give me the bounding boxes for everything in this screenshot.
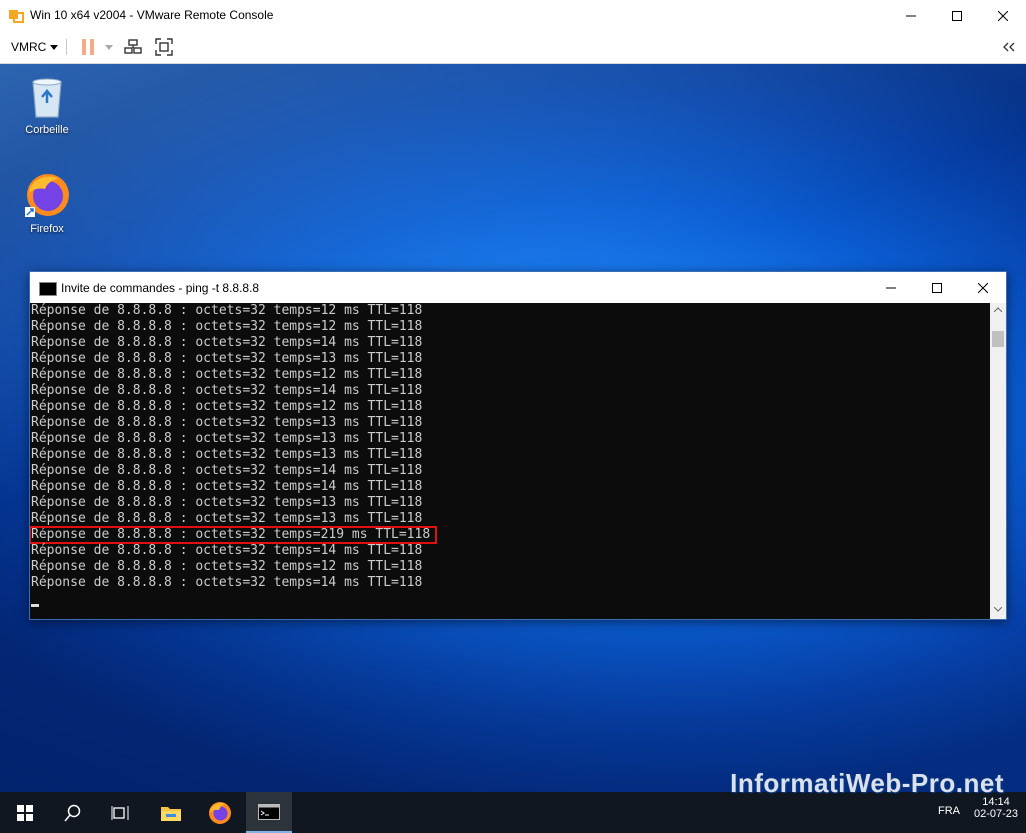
ping-reply-line: Réponse de 8.8.8.8 : octets=32 temps=12 … — [31, 559, 423, 574]
ping-reply-line: Réponse de 8.8.8.8 : octets=32 temps=13 … — [31, 447, 423, 462]
cmd-maximize-button[interactable] — [914, 272, 960, 303]
network-devices-icon — [124, 39, 142, 54]
vmrc-titlebar: Win 10 x64 v2004 - VMware Remote Console — [0, 0, 1026, 31]
ping-reply-line: Réponse de 8.8.8.8 : octets=32 temps=13 … — [31, 431, 423, 446]
ping-reply-line: Réponse de 8.8.8.8 : octets=32 temps=14 … — [31, 543, 423, 558]
firefox-icon — [23, 171, 71, 219]
ping-reply-line: Réponse de 8.8.8.8 : octets=32 temps=14 … — [31, 463, 423, 478]
ping-reply-line-highlighted: Réponse de 8.8.8.8 : octets=32 temps=219… — [30, 526, 438, 544]
ping-reply-line: Réponse de 8.8.8.8 : octets=32 temps=14 … — [31, 575, 423, 590]
cmd-close-button[interactable] — [960, 272, 1006, 303]
maximize-icon — [952, 10, 962, 21]
cmd-minimize-button[interactable] — [868, 272, 914, 303]
window-title: Win 10 x64 v2004 - VMware Remote Console — [30, 8, 274, 22]
vmrc-logo-icon — [9, 10, 24, 23]
close-icon — [998, 10, 1008, 21]
close-icon — [978, 282, 988, 293]
close-button[interactable] — [980, 0, 1026, 31]
ping-reply-line: Réponse de 8.8.8.8 : octets=32 temps=13 … — [31, 511, 423, 526]
chevron-down-icon — [50, 44, 59, 50]
scroll-down-icon[interactable] — [994, 607, 1002, 612]
taskbar-cmd[interactable] — [246, 792, 292, 833]
pause-icon — [82, 39, 94, 55]
ping-reply-line: Réponse de 8.8.8.8 : octets=32 temps=13 … — [31, 495, 423, 510]
windows-logo-icon — [17, 804, 33, 821]
ping-reply-line: Réponse de 8.8.8.8 : octets=32 temps=13 … — [31, 351, 423, 366]
pause-button[interactable] — [78, 37, 98, 57]
fullscreen-button[interactable] — [154, 37, 174, 57]
cmd-icon — [39, 282, 57, 296]
start-button[interactable] — [2, 792, 48, 833]
scroll-up-icon[interactable] — [994, 307, 1002, 312]
taskbar-file-explorer[interactable] — [148, 792, 194, 833]
search-icon — [64, 804, 81, 821]
desktop-icon-firefox[interactable]: Firefox — [15, 171, 79, 235]
minimize-icon — [886, 287, 896, 288]
cmd-icon — [258, 803, 280, 820]
ping-reply-line: Réponse de 8.8.8.8 : octets=32 temps=13 … — [31, 415, 423, 430]
recycle-bin-icon — [23, 72, 71, 120]
ping-reply-line: Réponse de 8.8.8.8 : octets=32 temps=14 … — [31, 383, 423, 398]
language-indicator[interactable]: FRA — [938, 805, 960, 817]
cmd-scrollbar[interactable] — [990, 303, 1006, 619]
minimize-icon — [906, 15, 916, 16]
clock[interactable]: 14:14 02-07-23 — [974, 796, 1018, 820]
scrollbar-thumb[interactable] — [992, 331, 1004, 347]
vmrc-toolbar: VMRC — [0, 31, 1026, 64]
ping-reply-line: Réponse de 8.8.8.8 : octets=32 temps=12 … — [31, 319, 423, 334]
toolbar-separator — [66, 39, 67, 55]
fullscreen-icon — [155, 38, 173, 56]
maximize-icon — [932, 282, 942, 293]
watermark: InformatiWeb-Pro.net — [730, 768, 1004, 798]
clock-date: 02-07-23 — [973, 808, 1018, 820]
task-view-icon — [111, 805, 129, 820]
taskbar-firefox[interactable] — [197, 792, 243, 833]
removable-devices-button[interactable] — [123, 37, 143, 57]
folder-icon — [161, 806, 181, 821]
desktop-icon-label: Firefox — [30, 223, 64, 235]
desktop: Corbeille Firefox Invite de commandes - … — [0, 64, 1026, 792]
vmrc-menu-label: VMRC — [11, 40, 47, 54]
power-menu-button[interactable] — [99, 37, 119, 57]
ping-reply-line: Réponse de 8.8.8.8 : octets=32 temps=14 … — [31, 479, 423, 494]
cmd-titlebar[interactable]: Invite de commandes - ping -t 8.8.8.8 — [30, 272, 1006, 303]
double-chevron-left-icon — [1003, 42, 1015, 52]
chevron-down-icon — [105, 44, 113, 50]
cmd-output[interactable]: Réponse de 8.8.8.8 : octets=32 temps=12 … — [30, 303, 990, 619]
ping-reply-line: Réponse de 8.8.8.8 : octets=32 temps=12 … — [31, 399, 423, 414]
ping-reply-line: Réponse de 8.8.8.8 : octets=32 temps=14 … — [31, 335, 423, 350]
vmrc-menu-button[interactable]: VMRC — [11, 40, 59, 54]
task-view-button[interactable] — [97, 792, 143, 833]
desktop-icon-recycle-bin[interactable]: Corbeille — [15, 72, 79, 136]
ping-reply-line: Réponse de 8.8.8.8 : octets=32 temps=12 … — [31, 367, 423, 382]
desktop-icon-label: Corbeille — [25, 124, 69, 136]
cmd-window: Invite de commandes - ping -t 8.8.8.8 Ré… — [29, 271, 1007, 620]
text-cursor — [31, 604, 39, 607]
maximize-button[interactable] — [934, 0, 980, 31]
ping-reply-line: Réponse de 8.8.8.8 : octets=32 temps=12 … — [31, 303, 423, 318]
minimize-button[interactable] — [888, 0, 934, 31]
search-button[interactable] — [50, 792, 96, 833]
collapse-toolbar-button[interactable] — [999, 37, 1019, 57]
cmd-title: Invite de commandes - ping -t 8.8.8.8 — [61, 281, 260, 295]
firefox-icon — [209, 801, 231, 824]
